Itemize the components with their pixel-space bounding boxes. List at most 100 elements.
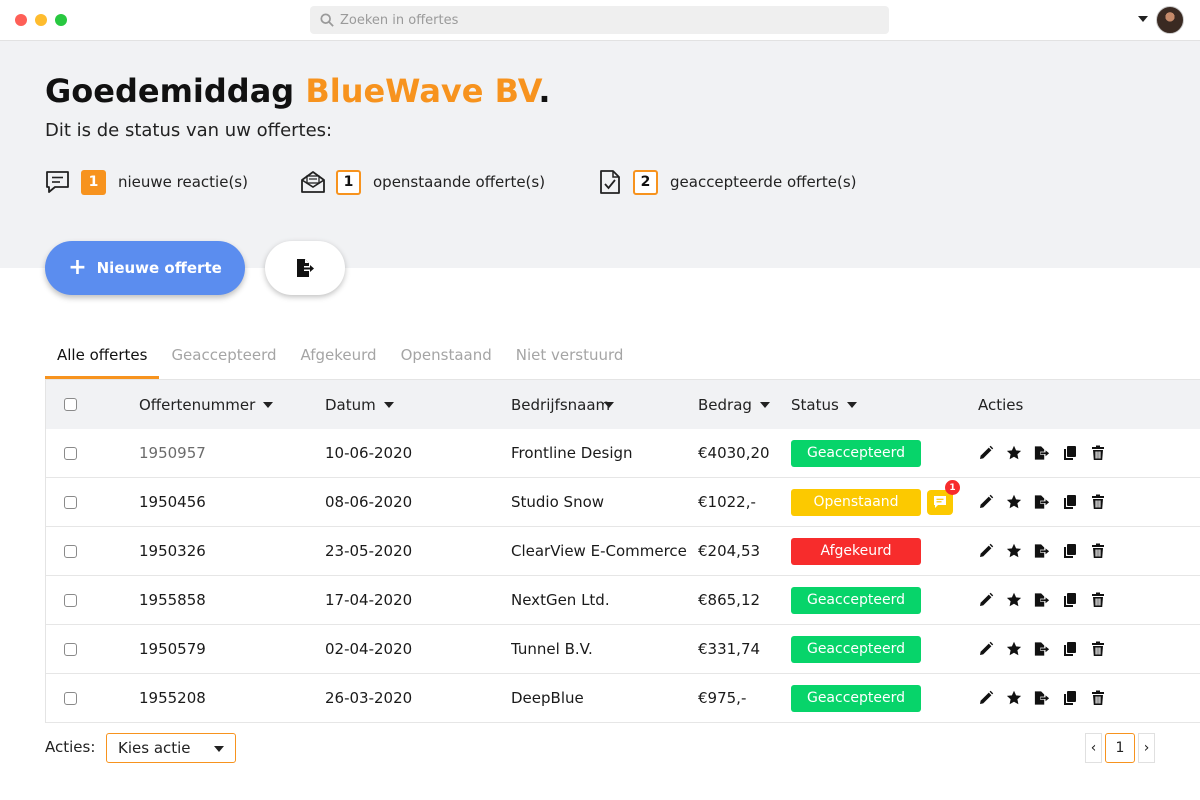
table-row[interactable]: 1955208 26-03-2020 DeepBlue €975,- Geaccepte… (46, 674, 1200, 723)
trash-icon[interactable] (1090, 543, 1106, 559)
trash-icon[interactable] (1090, 494, 1106, 510)
row-checkbox[interactable] (64, 495, 77, 509)
file-export-icon[interactable] (1034, 445, 1050, 461)
star-icon[interactable] (1006, 543, 1022, 559)
row-checkbox[interactable] (64, 544, 77, 558)
quote-number[interactable]: 1950326 (139, 542, 206, 560)
quote-number[interactable]: 1950579 (139, 640, 206, 658)
star-icon[interactable] (1006, 494, 1022, 510)
status-badge[interactable]: Geaccepteerd (791, 439, 921, 467)
trash-icon[interactable] (1090, 445, 1106, 461)
trash-icon[interactable] (1090, 641, 1106, 657)
copy-icon[interactable] (1062, 494, 1078, 510)
quote-number[interactable]: 1950957 (139, 444, 206, 462)
title-bar (0, 0, 1200, 41)
tab-all-quotes[interactable]: Alle offertes (45, 340, 160, 379)
quote-number[interactable]: 1955858 (139, 591, 206, 609)
star-icon[interactable] (1006, 641, 1022, 657)
table-row[interactable]: 1955858 17-04-2020 NextGen Ltd. €865,12 Geac… (46, 576, 1200, 625)
quote-number[interactable]: 1950456 (139, 493, 206, 511)
trash-icon[interactable] (1090, 690, 1106, 706)
row-checkbox[interactable] (64, 691, 77, 705)
bulk-action-select[interactable]: Kies actie (106, 733, 236, 763)
new-quote-button[interactable]: + Nieuwe offerte (45, 241, 245, 295)
column-header-amount[interactable]: Bedrag (698, 396, 770, 414)
copy-icon[interactable] (1062, 641, 1078, 657)
column-header-number[interactable]: Offertenummer (139, 396, 274, 414)
pagination-next-button[interactable]: › (1138, 733, 1155, 763)
row-checkbox[interactable] (64, 446, 77, 460)
select-all-checkbox[interactable] (64, 398, 77, 411)
new-comments-count: 1 (81, 169, 106, 195)
pagination-current-page[interactable]: 1 (1105, 733, 1135, 763)
pencil-icon[interactable] (978, 592, 994, 608)
copy-icon[interactable] (1062, 445, 1078, 461)
row-checkbox[interactable] (64, 642, 77, 656)
status-badge[interactable]: Openstaand (791, 488, 921, 516)
copy-icon[interactable] (1062, 543, 1078, 559)
stat-accepted-quotes[interactable]: 2 geaccepteerde offerte(s) (597, 169, 856, 195)
pencil-icon[interactable] (978, 690, 994, 706)
company-name: BlueWave BV (305, 72, 539, 110)
star-icon[interactable] (1006, 690, 1022, 706)
bulk-actions-label: Acties: (45, 738, 96, 756)
pencil-icon[interactable] (978, 445, 994, 461)
column-label: Bedrag (698, 395, 752, 414)
status-badge[interactable]: Geaccepteerd (791, 586, 921, 614)
copy-icon[interactable] (1062, 690, 1078, 706)
star-icon[interactable] (1006, 592, 1022, 608)
plus-icon: + (68, 255, 87, 280)
file-export-icon[interactable] (1034, 494, 1050, 510)
greeting-period: . (538, 72, 551, 110)
pencil-icon[interactable] (978, 543, 994, 559)
pagination-prev-button[interactable]: ‹ (1085, 733, 1102, 763)
quote-number[interactable]: 1955208 (139, 689, 206, 707)
avatar[interactable] (1156, 6, 1184, 34)
tab-accepted[interactable]: Geaccepteerd (159, 340, 288, 379)
quote-date: 10-06-2020 (325, 444, 413, 462)
close-window-button[interactable] (15, 14, 27, 26)
export-button[interactable] (265, 241, 345, 295)
search-bar[interactable] (310, 6, 889, 34)
file-export-icon[interactable] (1034, 543, 1050, 559)
column-label: Datum (325, 395, 376, 414)
table-row[interactable]: 1950456 08-06-2020 Studio Snow €1022,- Opens… (46, 478, 1200, 527)
sort-chevron-icon (846, 401, 857, 408)
maximize-window-button[interactable] (55, 14, 67, 26)
row-actions (978, 690, 1118, 706)
account-menu-chevron-icon[interactable] (1138, 16, 1148, 22)
table-row[interactable]: 1950957 10-06-2020 Frontline Design €4030,2… (46, 429, 1200, 478)
pencil-icon[interactable] (978, 494, 994, 510)
table-row[interactable]: 1950326 23-05-2020 ClearView E-Commerce €20… (46, 527, 1200, 576)
status-badge[interactable]: Geaccepteerd (791, 684, 921, 712)
sort-chevron-icon (383, 401, 394, 408)
tab-not-sent[interactable]: Niet verstuurd (504, 340, 636, 379)
company-name-cell: NextGen Ltd. (511, 591, 610, 609)
column-header-company[interactable]: Bedrijfsnaam (511, 396, 615, 414)
search-input[interactable] (340, 12, 860, 28)
tab-open[interactable]: Openstaand (389, 340, 504, 379)
column-header-status[interactable]: Status (791, 396, 857, 414)
company-name-cell: DeepBlue (511, 689, 584, 707)
minimize-window-button[interactable] (35, 14, 47, 26)
tab-rejected[interactable]: Afgekeurd (289, 340, 389, 379)
row-checkbox[interactable] (64, 593, 77, 607)
trash-icon[interactable] (1090, 592, 1106, 608)
stat-new-comments[interactable]: 1 nieuwe reactie(s) (45, 169, 248, 195)
table-row[interactable]: 1950579 02-04-2020 Tunnel B.V. €331,74 Geacc… (46, 625, 1200, 674)
pencil-icon[interactable] (978, 641, 994, 657)
file-export-icon[interactable] (1034, 641, 1050, 657)
file-export-icon[interactable] (1034, 690, 1050, 706)
status-badge[interactable]: Afgekeurd (791, 537, 921, 565)
copy-icon[interactable] (1062, 592, 1078, 608)
star-icon[interactable] (1006, 445, 1022, 461)
open-quotes-count: 1 (336, 169, 361, 195)
stat-open-quotes[interactable]: 1 openstaande offerte(s) (300, 169, 545, 195)
quotes-table: Offertenummer Datum Bedrijfsnaam Bedrag … (45, 379, 1200, 723)
column-header-date[interactable]: Datum (325, 396, 394, 414)
comment-count-badge: 1 (945, 480, 960, 495)
sort-chevron-icon (604, 401, 615, 408)
quote-amount: €865,12 (698, 591, 761, 609)
file-export-icon[interactable] (1034, 592, 1050, 608)
status-badge[interactable]: Geaccepteerd (791, 635, 921, 663)
